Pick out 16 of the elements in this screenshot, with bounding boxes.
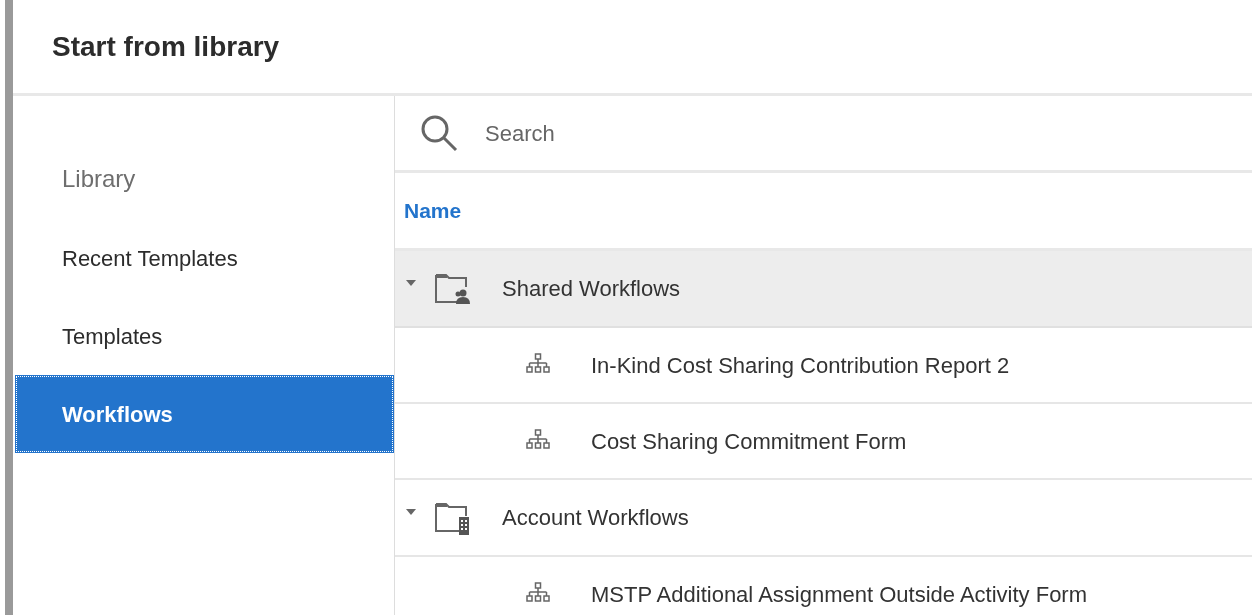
workflow-row[interactable]: MSTP Additional Assignment Outside Activity Form xyxy=(395,557,1252,615)
sidebar-item[interactable]: Recent Templates xyxy=(15,219,394,297)
sidebar-heading: Library xyxy=(61,164,137,194)
folder-name: Account Workflows xyxy=(502,504,689,532)
folder-name: Shared Workflows xyxy=(502,275,681,303)
folder-row[interactable]: Shared Workflows xyxy=(395,251,1252,328)
column-header[interactable]: Name xyxy=(404,194,462,227)
search-icon xyxy=(419,113,459,153)
search-field[interactable]: Search xyxy=(485,116,985,150)
sidebar-item[interactable]: Templates xyxy=(15,297,394,375)
workflow-row[interactable]: In-Kind Cost Sharing Contribution Report 2 xyxy=(395,328,1252,404)
workflow-name: MSTP Additional Assignment Outside Activity Form xyxy=(591,580,1088,609)
workflow-name: Cost Sharing Commitment Form xyxy=(591,427,907,456)
sidebar-item[interactable]: Workflows xyxy=(15,375,394,453)
dialog-title: Start from library xyxy=(52,29,280,64)
workflow-name: In-Kind Cost Sharing Contribution Report 2 xyxy=(591,351,1010,380)
